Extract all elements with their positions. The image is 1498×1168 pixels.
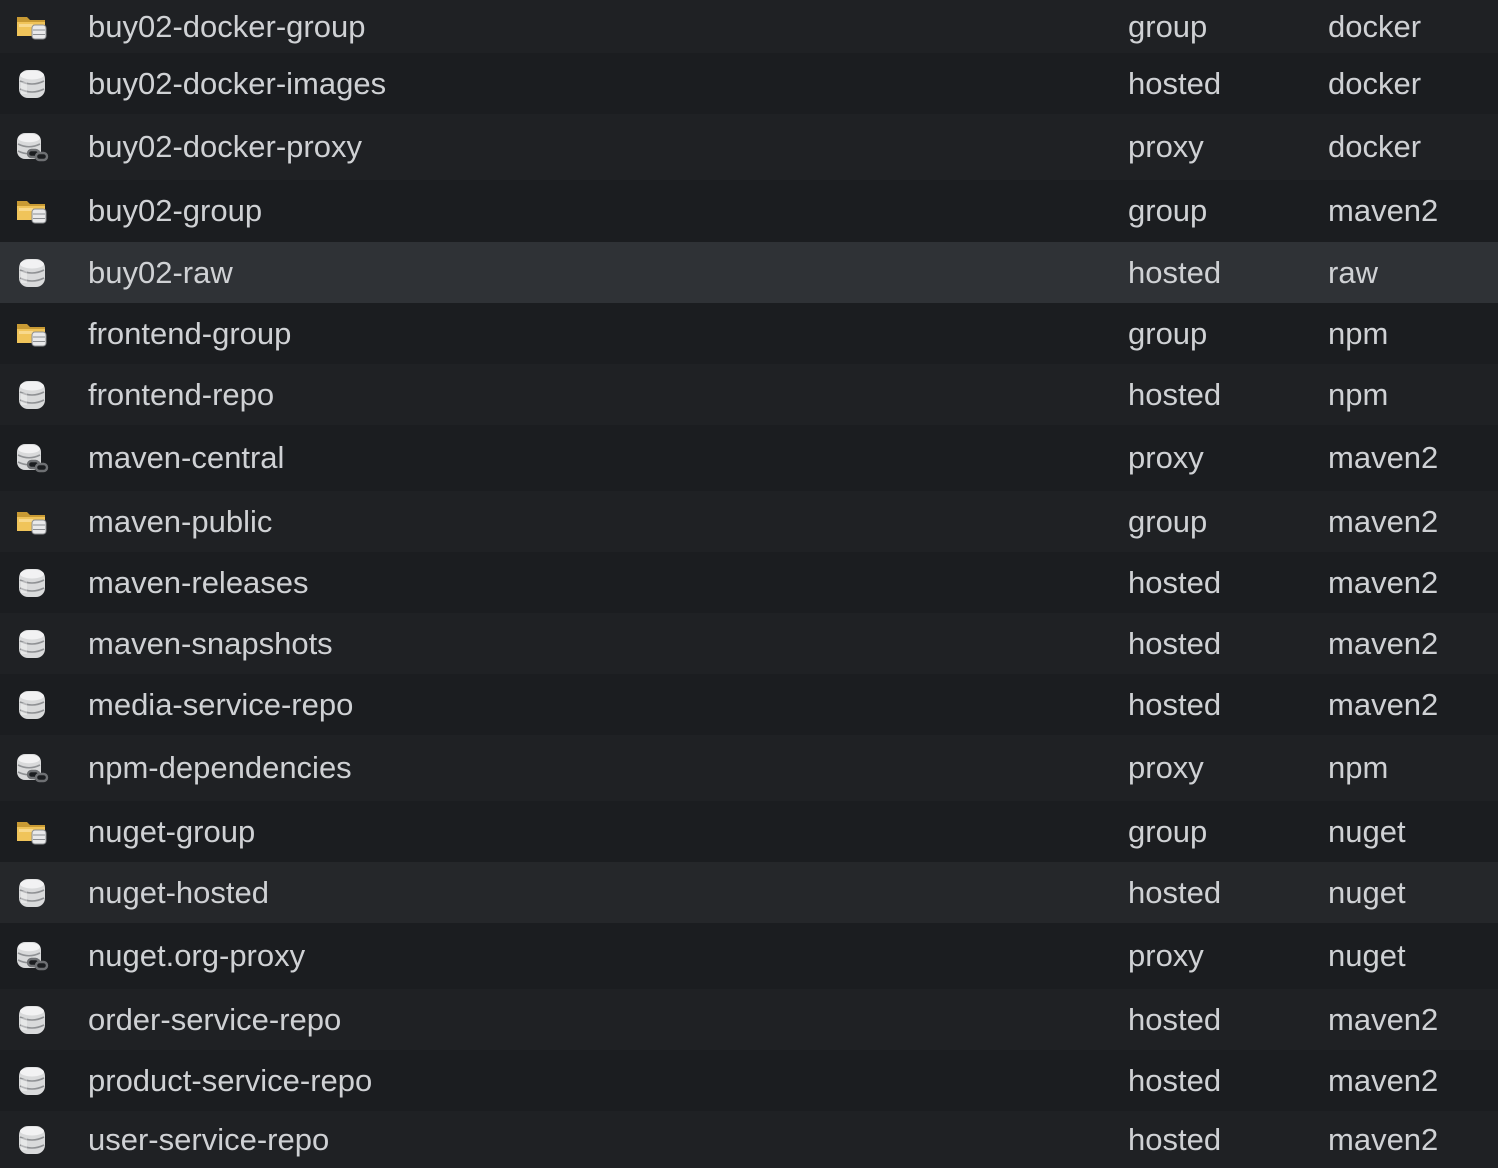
repository-format: docker xyxy=(1328,65,1422,101)
repository-type: hosted xyxy=(1128,65,1222,101)
repository-row-user-service-repo[interactable]: user-service-repo hosted maven2 xyxy=(0,1111,1498,1168)
repository-name[interactable]: npm-dependencies xyxy=(88,750,352,786)
group-folder-icon xyxy=(14,316,50,352)
repository-type: group xyxy=(1128,193,1208,228)
repository-type: proxy xyxy=(1128,750,1204,785)
repository-format: maven2 xyxy=(1328,1062,1439,1098)
repository-name[interactable]: buy02-docker-proxy xyxy=(88,129,362,165)
hosted-database-icon xyxy=(14,377,50,413)
repository-type: hosted xyxy=(1128,564,1222,600)
proxy-database-icon xyxy=(14,938,50,974)
repository-name[interactable]: product-service-repo xyxy=(88,1063,372,1099)
repository-format: maven2 xyxy=(1328,503,1439,539)
repository-type: hosted xyxy=(1128,625,1222,661)
repository-name[interactable]: frontend-group xyxy=(88,316,291,352)
repository-name[interactable]: buy02-docker-images xyxy=(88,66,386,102)
repository-type: hosted xyxy=(1128,1062,1222,1098)
hosted-database-icon xyxy=(14,875,50,911)
hosted-database-icon xyxy=(14,255,50,291)
repository-row-npm-dependencies[interactable]: npm-dependencies proxy npm xyxy=(0,735,1498,801)
hosted-database-icon xyxy=(14,565,50,601)
hosted-database-icon xyxy=(14,687,50,723)
group-folder-icon xyxy=(14,814,50,850)
repository-row-order-service-repo[interactable]: order-service-repo hosted maven2 xyxy=(0,989,1498,1050)
repository-name[interactable]: buy02-raw xyxy=(88,255,233,291)
hosted-database-icon xyxy=(14,1122,50,1158)
repository-type: hosted xyxy=(1128,1001,1222,1037)
repository-row-frontend-repo[interactable]: frontend-repo hosted npm xyxy=(0,364,1498,425)
repository-format: nuget xyxy=(1328,813,1406,849)
repository-row-maven-central[interactable]: maven-central proxy maven2 xyxy=(0,425,1498,491)
repository-format: npm xyxy=(1328,315,1389,351)
repository-format: maven2 xyxy=(1328,1001,1439,1037)
repository-format: nuget xyxy=(1328,874,1406,910)
group-folder-icon xyxy=(14,193,50,229)
repository-type: hosted xyxy=(1128,254,1222,290)
repository-row-buy02-docker-proxy[interactable]: buy02-docker-proxy proxy docker xyxy=(0,114,1498,180)
repository-format: maven2 xyxy=(1328,564,1439,600)
repository-name[interactable]: buy02-group xyxy=(88,193,262,229)
repository-row-buy02-group[interactable]: buy02-group group maven2 xyxy=(0,180,1498,242)
repository-format: npm xyxy=(1328,376,1389,412)
repository-format: raw xyxy=(1328,254,1378,290)
repository-name[interactable]: user-service-repo xyxy=(88,1122,329,1158)
repository-format: maven2 xyxy=(1328,193,1439,228)
proxy-database-icon xyxy=(14,440,50,476)
repository-row-media-service-repo[interactable]: media-service-repo hosted maven2 xyxy=(0,674,1498,735)
repository-format: docker xyxy=(1328,129,1422,164)
repository-row-buy02-docker-group[interactable]: buy02-docker-group group docker xyxy=(0,0,1498,53)
repository-name[interactable]: nuget-group xyxy=(88,814,255,850)
repository-name[interactable]: buy02-docker-group xyxy=(88,9,365,45)
repository-type: proxy xyxy=(1128,129,1204,164)
repository-type: group xyxy=(1128,503,1208,539)
repository-name[interactable]: nuget.org-proxy xyxy=(88,938,305,974)
repository-row-product-service-repo[interactable]: product-service-repo hosted maven2 xyxy=(0,1050,1498,1111)
repository-type: group xyxy=(1128,8,1208,44)
repository-name[interactable]: maven-snapshots xyxy=(88,626,333,662)
repository-row-nuget-group[interactable]: nuget-group group nuget xyxy=(0,801,1498,862)
repository-name[interactable]: maven-public xyxy=(88,504,272,540)
group-folder-icon xyxy=(14,504,50,540)
repository-row-maven-public[interactable]: maven-public group maven2 xyxy=(0,491,1498,552)
repository-row-buy02-raw[interactable]: buy02-raw hosted raw xyxy=(0,242,1498,303)
repository-format: npm xyxy=(1328,750,1389,785)
repository-row-maven-snapshots[interactable]: maven-snapshots hosted maven2 xyxy=(0,613,1498,674)
repository-row-maven-releases[interactable]: maven-releases hosted maven2 xyxy=(0,552,1498,613)
hosted-database-icon xyxy=(14,1063,50,1099)
repository-name[interactable]: order-service-repo xyxy=(88,1002,341,1038)
repository-type: hosted xyxy=(1128,1121,1222,1157)
repository-type: hosted xyxy=(1128,686,1222,722)
repository-name[interactable]: nuget-hosted xyxy=(88,875,269,911)
repository-name[interactable]: media-service-repo xyxy=(88,687,353,723)
repository-format: maven2 xyxy=(1328,1121,1439,1157)
group-folder-icon xyxy=(14,9,50,45)
repository-type: proxy xyxy=(1128,440,1204,475)
repository-type: proxy xyxy=(1128,938,1204,973)
repository-row-nuget-hosted[interactable]: nuget-hosted hosted nuget xyxy=(0,862,1498,923)
repository-name[interactable]: maven-releases xyxy=(88,565,309,601)
repository-type: hosted xyxy=(1128,376,1222,412)
repository-format: maven2 xyxy=(1328,625,1439,661)
repository-type: group xyxy=(1128,813,1208,849)
repository-row-nuget.org-proxy[interactable]: nuget.org-proxy proxy nuget xyxy=(0,923,1498,989)
hosted-database-icon xyxy=(14,1002,50,1038)
repository-format: nuget xyxy=(1328,938,1406,973)
repository-format: docker xyxy=(1328,8,1422,44)
proxy-database-icon xyxy=(14,129,50,165)
repository-format: maven2 xyxy=(1328,440,1439,475)
repository-list: buy02-docker-group group docker buy02-do… xyxy=(0,0,1498,1168)
repository-row-buy02-docker-images[interactable]: buy02-docker-images hosted docker xyxy=(0,53,1498,114)
repository-format: maven2 xyxy=(1328,686,1439,722)
hosted-database-icon xyxy=(14,626,50,662)
repository-name[interactable]: maven-central xyxy=(88,440,284,476)
repository-type: group xyxy=(1128,315,1208,351)
proxy-database-icon xyxy=(14,750,50,786)
repository-row-frontend-group[interactable]: frontend-group group npm xyxy=(0,303,1498,364)
hosted-database-icon xyxy=(14,66,50,102)
repository-type: hosted xyxy=(1128,874,1222,910)
repository-name[interactable]: frontend-repo xyxy=(88,377,274,413)
